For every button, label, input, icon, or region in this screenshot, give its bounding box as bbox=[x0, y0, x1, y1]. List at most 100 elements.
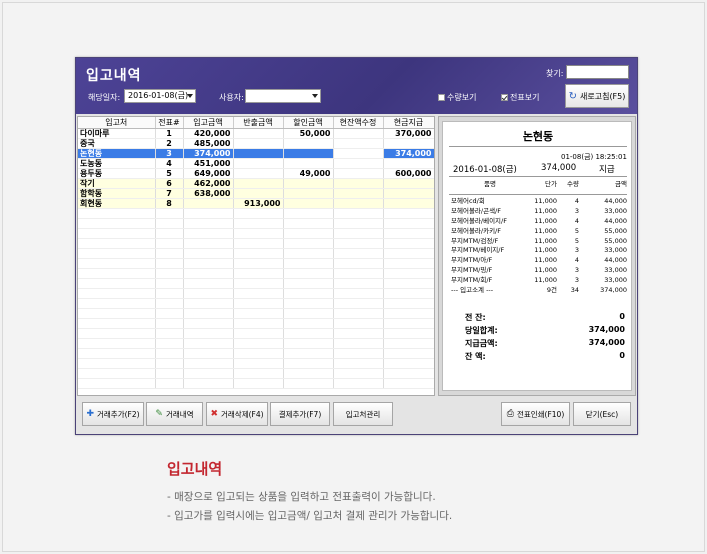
date-label: 해당일자: bbox=[88, 93, 121, 102]
receipt-item-cell: 11,000 bbox=[534, 246, 557, 255]
cell-slip: 4 bbox=[155, 158, 184, 169]
cell-slip: 7 bbox=[155, 188, 184, 199]
receipt-preview-panel: 논현동 01-08(금) 18:25:01 2016-01-08(금) 374,… bbox=[438, 116, 636, 396]
summary-label: 지급금액: bbox=[465, 339, 498, 348]
summary-label: 당일합계: bbox=[465, 326, 498, 335]
summary-value: 0 bbox=[619, 312, 625, 321]
cell-name: 논현동 bbox=[78, 148, 156, 159]
summary-value: 0 bbox=[619, 351, 625, 360]
column-header: 반출금액 bbox=[233, 117, 284, 129]
receipt-item-cell: 모헤어cd/회 bbox=[451, 197, 485, 206]
receipt-item-row: 무지MTM/검정/F 11,000 5 55,000 bbox=[451, 236, 627, 246]
button-bar: ✚ 거래추가(F2) ✎ 거래내역 ✖ 거래삭제(F4) 결제추가(F7) 입고… bbox=[77, 399, 636, 433]
receipt-item-row: 무지MTM/아/F 11,000 4 44,000 bbox=[451, 256, 627, 266]
summary-label: 전 잔: bbox=[465, 313, 486, 322]
cell-adj bbox=[333, 158, 384, 169]
receipt-item-cell: 11,000 bbox=[534, 265, 557, 274]
table-row[interactable]: 용두동 5 649,000 49,000 600,000 bbox=[78, 168, 434, 179]
receipt-item-row: 무지MTM/핑/F 11,000 3 33,000 bbox=[451, 266, 627, 276]
caption-line-2: - 입고가를 입력시에는 입고금액/ 입고처 결제 관리가 가능합니다. bbox=[167, 510, 453, 522]
cell-in: 374,000 bbox=[183, 148, 234, 159]
cell-ret: 913,000 bbox=[233, 198, 284, 209]
empty-row bbox=[78, 238, 434, 249]
date-select[interactable]: 2016-01-08(금) bbox=[124, 89, 196, 103]
receipt-item-cell: 11,000 bbox=[534, 236, 557, 245]
cell-disc bbox=[283, 158, 334, 169]
window-header: 입고내역 해당일자: 2016-01-08(금) 사용자: 수량보기 전표보기 … bbox=[76, 58, 637, 114]
receipt-subtotal-row: --- 입고소계 --- 9건 34 374,000 bbox=[451, 285, 627, 295]
receipt-item-row: 무지MTM/베이지/F 11,000 3 33,000 bbox=[451, 246, 627, 256]
empty-row bbox=[78, 368, 434, 379]
incoming-grid: 입고처 전표# 입고금액 반출금액 할인금액 현잔액수정 현금지급 다이마루 1 420,000… bbox=[77, 116, 435, 396]
client-history-button[interactable]: ✎ 거래내역 bbox=[146, 402, 203, 426]
empty-row bbox=[78, 218, 434, 229]
cell-name: 회현동 bbox=[78, 198, 156, 209]
divider bbox=[449, 194, 627, 195]
chevron-down-icon bbox=[312, 94, 318, 98]
receipt-item-cell: 무지MTM/회/F bbox=[451, 275, 493, 284]
summary-value: 374,000 bbox=[588, 338, 625, 347]
empty-row bbox=[78, 278, 434, 289]
receipt-pay-type: 지급 bbox=[599, 165, 615, 175]
cell-cash: 374,000 bbox=[383, 148, 434, 159]
close-button[interactable]: 닫기(Esc) bbox=[573, 402, 631, 426]
delete-client-button[interactable]: ✖ 거래삭제(F4) bbox=[206, 402, 268, 426]
table-row[interactable]: 다이마루 1 420,000 50,000 370,000 bbox=[78, 128, 434, 139]
receipt-item-cell: 44,000 bbox=[604, 216, 627, 225]
cell-adj bbox=[333, 188, 384, 199]
receipt-item-cell: 4 bbox=[574, 216, 579, 225]
table-row[interactable]: 논현동 3 374,000 374,000 bbox=[78, 148, 434, 159]
receipt-subtotal-cell: 9건 bbox=[546, 285, 557, 294]
print-slip-button[interactable]: ⎙ 전표인쇄(F10) bbox=[501, 402, 570, 426]
cell-name: 다이마루 bbox=[78, 128, 156, 139]
add-payment-button[interactable]: 결제추가(F7) bbox=[270, 402, 330, 426]
qty-view-checkbox[interactable]: 수량보기 bbox=[438, 92, 476, 103]
cell-ret bbox=[233, 138, 284, 149]
receipt-date: 2016-01-08(금) bbox=[453, 165, 517, 175]
cell-cash bbox=[383, 138, 434, 149]
receipt-item-cell: 무지MTM/베이지/F bbox=[451, 246, 505, 255]
window-title: 입고내역 bbox=[86, 68, 142, 84]
receipt-item-row: 모헤어볼라/곤색/F 11,000 3 33,000 bbox=[451, 207, 627, 217]
cell-ret bbox=[233, 168, 284, 179]
receipt-item-cell: 11,000 bbox=[534, 197, 557, 206]
table-row[interactable]: 중국 2 485,000 bbox=[78, 138, 434, 149]
plus-icon: ✚ bbox=[86, 409, 94, 419]
caption-title: 입고내역 bbox=[167, 460, 223, 478]
cell-disc bbox=[283, 148, 334, 159]
divider bbox=[449, 176, 627, 177]
empty-row bbox=[78, 328, 434, 339]
table-row[interactable]: 함학동 7 638,000 bbox=[78, 188, 434, 199]
add-client-button[interactable]: ✚ 거래추가(F2) bbox=[82, 402, 144, 426]
cell-slip: 2 bbox=[155, 138, 184, 149]
cell-ret bbox=[233, 148, 284, 159]
cell-name: 용두동 bbox=[78, 168, 156, 179]
cell-in: 420,000 bbox=[183, 128, 234, 139]
caption-line-1: - 매장으로 입고되는 상품을 입력하고 전표출력이 가능합니다. bbox=[167, 491, 436, 503]
qty-view-label: 수량보기 bbox=[447, 93, 477, 102]
checkbox-checked-icon bbox=[501, 94, 508, 101]
incoming-table: 입고처 전표# 입고금액 반출금액 할인금액 현잔액수정 현금지급 다이마루 1 420,000… bbox=[78, 117, 434, 389]
cell-name: 중국 bbox=[78, 138, 156, 149]
column-header: 입고처 bbox=[78, 117, 156, 129]
table-row[interactable]: 작기 6 462,000 bbox=[78, 178, 434, 189]
table-row[interactable]: 회현동 8 913,000 bbox=[78, 198, 434, 209]
empty-row bbox=[78, 228, 434, 239]
empty-row bbox=[78, 318, 434, 329]
cell-slip: 3 bbox=[155, 148, 184, 159]
refresh-button[interactable]: ↻ 새로고침(F5) bbox=[565, 84, 629, 108]
chevron-down-icon bbox=[187, 94, 193, 98]
receipt-item-cell: 3 bbox=[574, 207, 579, 216]
table-row[interactable]: 도농동 4 451,000 bbox=[78, 158, 434, 169]
receipt-item-row: 모헤어볼라/카키/F 11,000 5 55,000 bbox=[451, 226, 627, 236]
table-header-row: 입고처 전표# 입고금액 반출금액 할인금액 현잔액수정 현금지급 bbox=[78, 117, 434, 129]
empty-row bbox=[78, 258, 434, 269]
receipt-subtotal-cell: 374,000 bbox=[600, 285, 627, 294]
search-input[interactable] bbox=[566, 65, 629, 79]
manage-supplier-button[interactable]: 입고처관리 bbox=[333, 402, 393, 426]
receipt-item-cell: 44,000 bbox=[604, 197, 627, 206]
slip-view-checkbox[interactable]: 전표보기 bbox=[501, 92, 539, 103]
refresh-label: 새로고침(F5) bbox=[580, 91, 626, 101]
receipt-item-cell: 무지MTM/핑/F bbox=[451, 265, 493, 274]
user-select[interactable] bbox=[245, 89, 321, 103]
